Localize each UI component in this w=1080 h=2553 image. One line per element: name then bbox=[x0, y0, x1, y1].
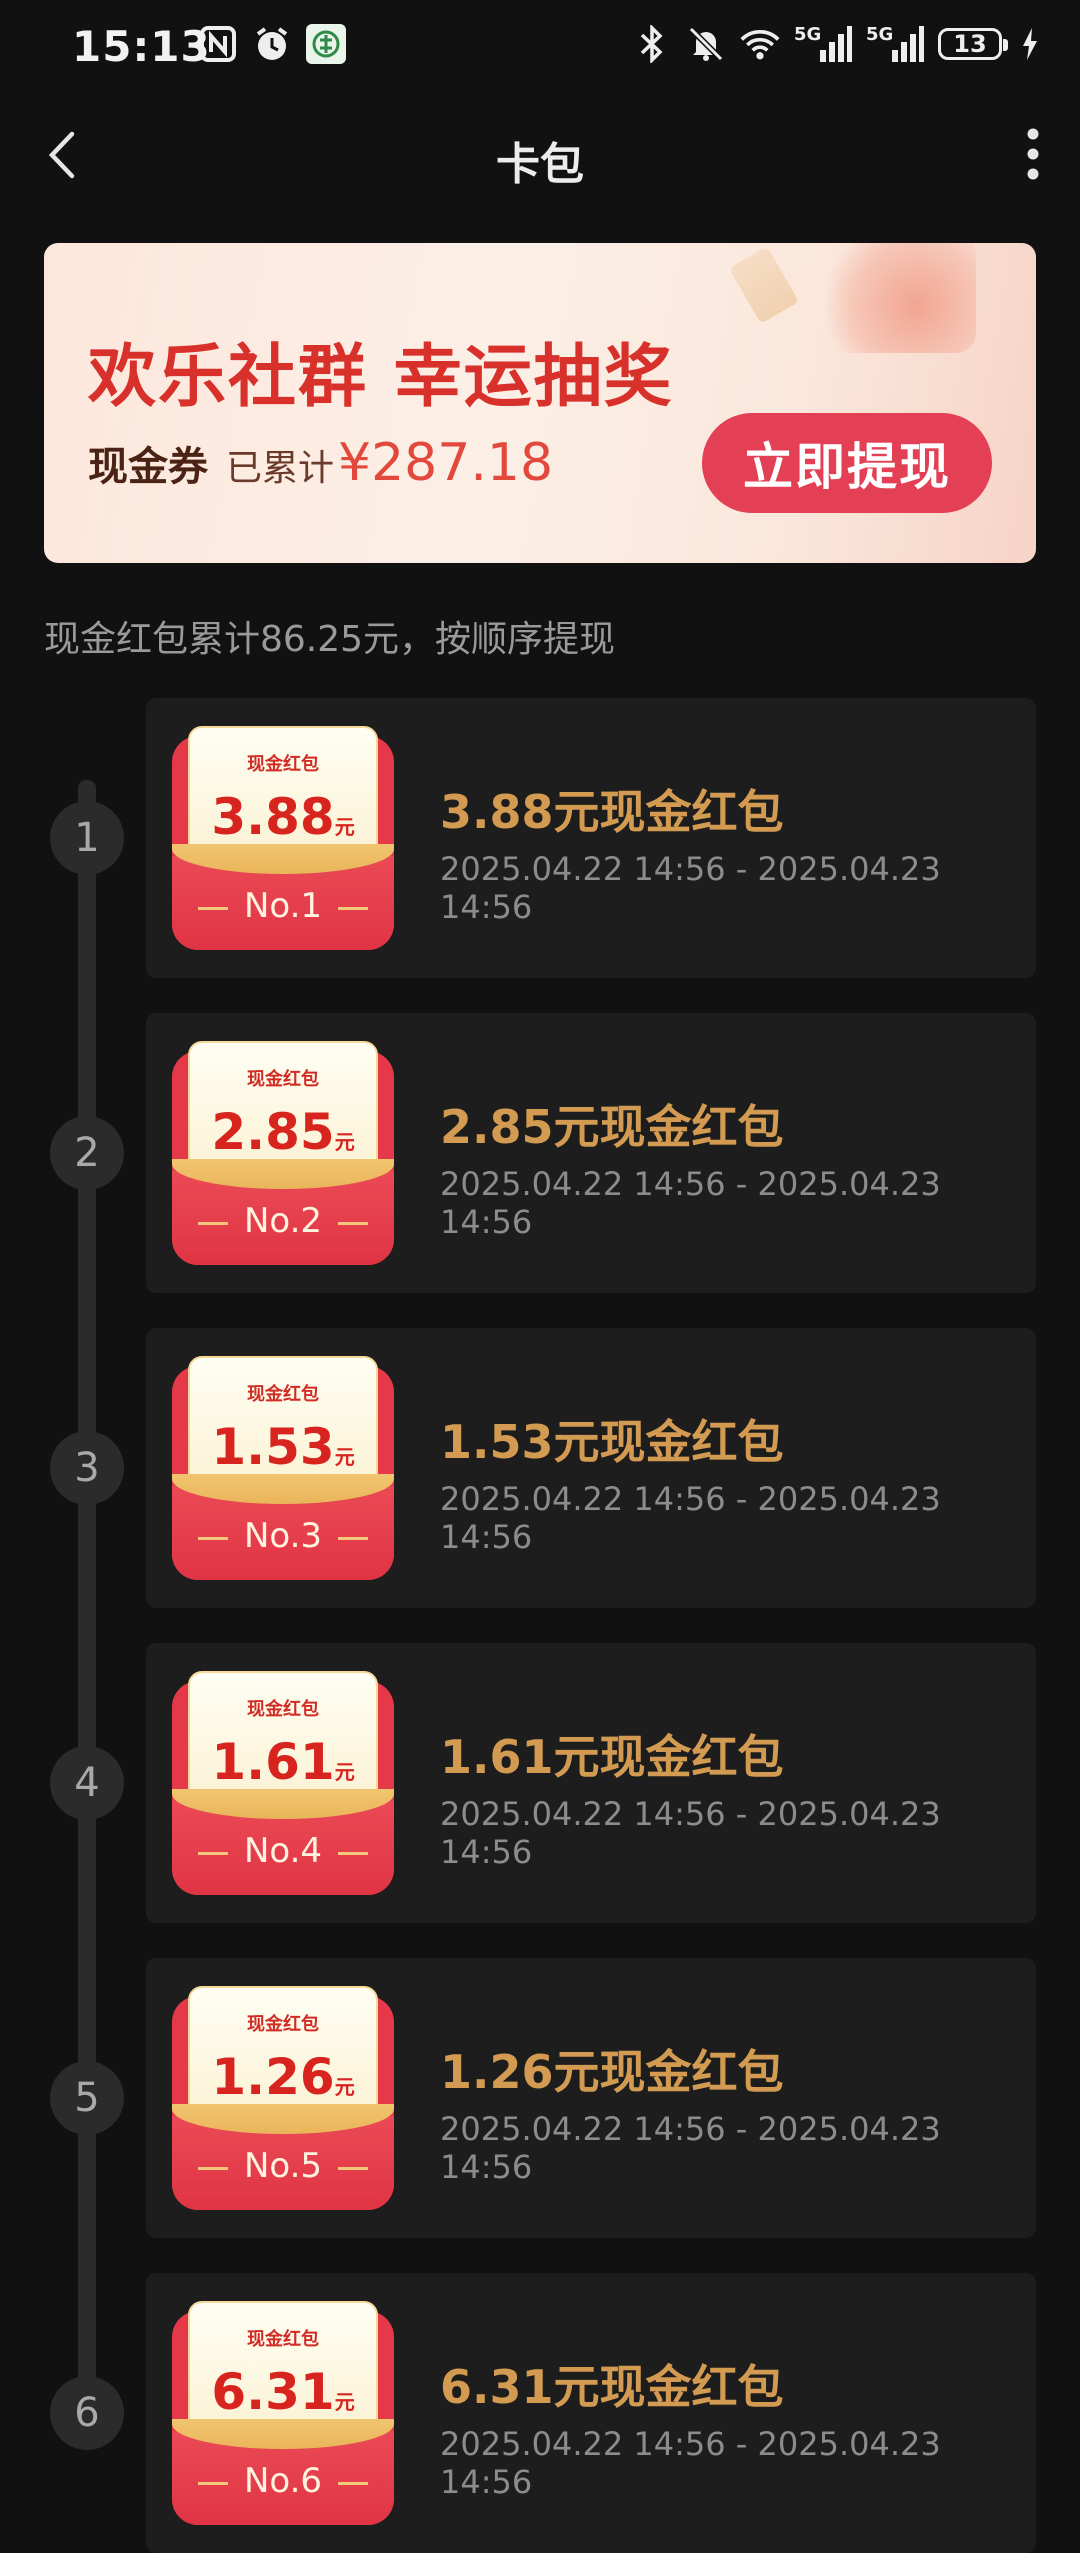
envelope-label: 现金红包 bbox=[247, 2014, 319, 2035]
summary-text: 现金红包累计86.25元，按顺序提现 bbox=[44, 619, 616, 660]
timeline-node: 6 bbox=[50, 2376, 124, 2450]
red-envelope-icon: 现金红包 1.53元 No.3 bbox=[172, 1356, 394, 1580]
title-bar: 卡包 bbox=[0, 110, 1080, 200]
timeline-node: 4 bbox=[50, 1746, 124, 1820]
envelope-number: No.6 bbox=[243, 2461, 323, 2501]
red-packet-card[interactable]: 现金红包 1.53元 No.3 1.53元现金红包 2025.04.22 14:… bbox=[146, 1328, 1036, 1608]
timeline-index: 6 bbox=[74, 2390, 100, 2436]
cash-coupon-label: 现金券 bbox=[88, 444, 208, 490]
envelope-amount: 6.31元 bbox=[211, 2363, 355, 2421]
validity-period: 2025.04.22 14:56 - 2025.04.23 14:56 bbox=[440, 2425, 941, 2501]
bluetooth-icon bbox=[632, 24, 672, 64]
signal-5g-icon-2: 5G bbox=[866, 24, 924, 64]
validity-period: 2025.04.22 14:56 - 2025.04.23 14:56 bbox=[440, 1795, 941, 1871]
red-envelope-icon: 现金红包 2.85元 No.2 bbox=[172, 1041, 394, 1265]
red-packet-item[interactable]: 4 现金红包 1.61元 No.4 1.61元现金红包 2025.04.22 1… bbox=[0, 1643, 1080, 1923]
timeline-index: 4 bbox=[74, 1760, 100, 1806]
envelope-amount: 1.53元 bbox=[211, 1418, 355, 1476]
validity-period: 2025.04.22 14:56 - 2025.04.23 14:56 bbox=[440, 2110, 941, 2186]
validity-period: 2025.04.22 14:56 - 2025.04.23 14:56 bbox=[440, 1480, 941, 1556]
red-envelope-decoration-icon bbox=[826, 243, 976, 353]
status-time: 15:13 bbox=[72, 22, 211, 71]
accumulated-label: 已累计 bbox=[226, 448, 335, 489]
red-packet-item[interactable]: 2 现金红包 2.85元 No.2 2.85元现金红包 2025.04.22 1… bbox=[0, 1013, 1080, 1293]
timeline-node: 3 bbox=[50, 1431, 124, 1505]
envelope-amount: 2.85元 bbox=[211, 1103, 355, 1161]
lottery-banner[interactable]: 欢乐社群 幸运抽奖 现金券 已累计 ¥287.18 立即提现 bbox=[44, 243, 1036, 563]
wifi-icon bbox=[740, 24, 780, 64]
page-title: 卡包 bbox=[496, 139, 584, 190]
mute-bell-icon bbox=[686, 24, 726, 64]
accumulated-value: ¥287.18 bbox=[338, 433, 554, 493]
validity-period: 2025.04.22 14:56 - 2025.04.23 14:56 bbox=[440, 850, 941, 926]
more-vertical-icon bbox=[1027, 128, 1039, 180]
envelope-label: 现金红包 bbox=[247, 1699, 319, 1720]
validity-period: 2025.04.22 14:56 - 2025.04.23 14:56 bbox=[440, 1165, 941, 1241]
withdraw-now-button[interactable]: 立即提现 bbox=[702, 413, 992, 513]
envelope-label: 现金红包 bbox=[247, 2329, 319, 2350]
red-envelope-icon: 现金红包 1.61元 No.4 bbox=[172, 1671, 394, 1895]
envelope-number: No.5 bbox=[243, 2146, 323, 2186]
nfc-icon bbox=[198, 24, 238, 64]
envelope-number: No.3 bbox=[243, 1516, 323, 1556]
red-packet-title: 6.31元现金红包 bbox=[440, 2360, 784, 2414]
red-packet-title: 1.26元现金红包 bbox=[440, 2045, 784, 2099]
envelope-number: No.1 bbox=[243, 886, 323, 926]
more-button[interactable] bbox=[1008, 122, 1058, 186]
red-packet-item[interactable]: 1 现金红包 3.88元 No.1 3.88元现金红包 2025.04.22 1… bbox=[0, 698, 1080, 978]
status-bar: 15:13 5G 5G 13 bbox=[0, 0, 1080, 100]
timeline-node: 2 bbox=[50, 1116, 124, 1190]
red-envelope-icon: 现金红包 1.26元 No.5 bbox=[172, 1986, 394, 2210]
envelope-label: 现金红包 bbox=[247, 1069, 319, 1090]
red-packet-card[interactable]: 现金红包 6.31元 No.6 6.31元现金红包 2025.04.22 14:… bbox=[146, 2273, 1036, 2553]
charging-icon bbox=[1020, 24, 1040, 64]
red-packet-item[interactable]: 3 现金红包 1.53元 No.3 1.53元现金红包 2025.04.22 1… bbox=[0, 1328, 1080, 1608]
banner-title: 欢乐社群 幸运抽奖 bbox=[88, 338, 674, 417]
timeline-node: 1 bbox=[50, 801, 124, 875]
red-packet-card[interactable]: 现金红包 3.88元 No.1 3.88元现金红包 2025.04.22 14:… bbox=[146, 698, 1036, 978]
red-packet-item[interactable]: 5 现金红包 1.26元 No.5 1.26元现金红包 2025.04.22 1… bbox=[0, 1958, 1080, 2238]
ticket-decoration-icon bbox=[728, 246, 800, 324]
red-packet-title: 1.53元现金红包 bbox=[440, 1415, 784, 1469]
red-packet-title: 1.61元现金红包 bbox=[440, 1730, 784, 1784]
timeline-index: 3 bbox=[74, 1445, 100, 1491]
envelope-number: No.2 bbox=[243, 1201, 323, 1241]
envelope-amount: 3.88元 bbox=[211, 788, 355, 846]
timeline-index: 1 bbox=[74, 815, 100, 861]
timeline-index: 5 bbox=[74, 2075, 100, 2121]
battery-icon: 13 bbox=[938, 28, 1008, 60]
red-packet-card[interactable]: 现金红包 1.61元 No.4 1.61元现金红包 2025.04.22 14:… bbox=[146, 1643, 1036, 1923]
envelope-number: No.4 bbox=[243, 1831, 323, 1871]
red-packet-item[interactable]: 6 现金红包 6.31元 No.6 6.31元现金红包 2025.04.22 1… bbox=[0, 2273, 1080, 2553]
red-envelope-icon: 现金红包 3.88元 No.1 bbox=[172, 726, 394, 950]
envelope-amount: 1.61元 bbox=[211, 1733, 355, 1791]
red-envelope-icon: 现金红包 6.31元 No.6 bbox=[172, 2301, 394, 2525]
signal-5g-icon-1: 5G bbox=[794, 24, 852, 64]
timeline-index: 2 bbox=[74, 1130, 100, 1176]
red-packet-card[interactable]: 现金红包 1.26元 No.5 1.26元现金红包 2025.04.22 14:… bbox=[146, 1958, 1036, 2238]
alarm-icon bbox=[252, 24, 292, 64]
envelope-label: 现金红包 bbox=[247, 1384, 319, 1405]
red-packet-title: 3.88元现金红包 bbox=[440, 785, 784, 839]
red-packet-card[interactable]: 现金红包 2.85元 No.2 2.85元现金红包 2025.04.22 14:… bbox=[146, 1013, 1036, 1293]
envelope-label: 现金红包 bbox=[247, 754, 319, 775]
bank-app-icon bbox=[306, 24, 346, 64]
envelope-amount: 1.26元 bbox=[211, 2048, 355, 2106]
timeline-node: 5 bbox=[50, 2061, 124, 2135]
red-packet-title: 2.85元现金红包 bbox=[440, 1100, 784, 1154]
